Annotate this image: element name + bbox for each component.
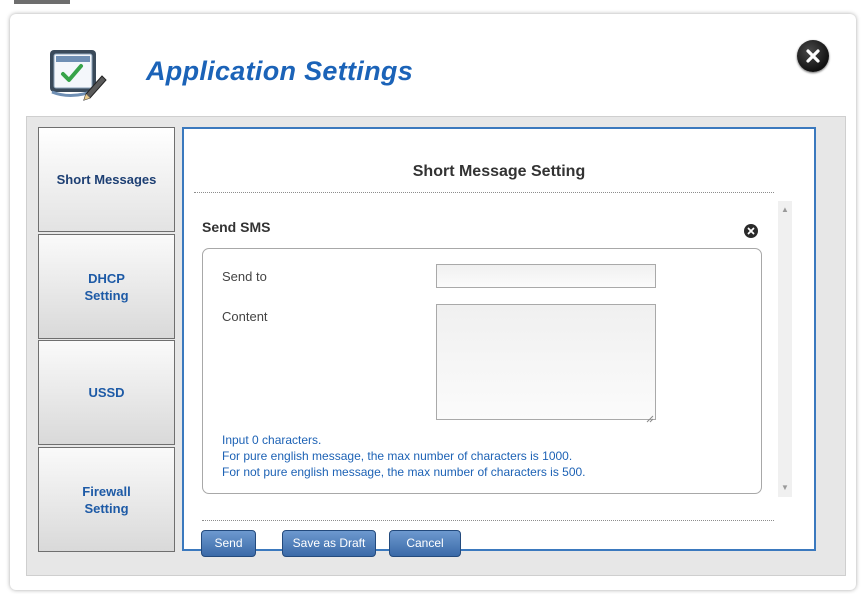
top-strip — [0, 0, 865, 14]
checklist-pencil-icon — [44, 42, 110, 108]
send-button[interactable]: Send — [201, 530, 256, 557]
section-title: Send SMS — [202, 219, 271, 235]
sidebar-item-label: DHCP Setting — [84, 270, 129, 303]
save-as-draft-button[interactable]: Save as Draft — [282, 530, 376, 557]
actions-divider — [202, 520, 774, 521]
close-icon[interactable] — [744, 224, 758, 238]
sidebar-item-label: Short Messages — [56, 172, 157, 187]
send-sms-form: Send to Content Input 0 characters. For … — [202, 248, 762, 494]
english-limit-note: For pure english message, the max number… — [222, 449, 573, 463]
sidebar-item-label: USSD — [88, 385, 125, 400]
sidebar-item-firewall-setting[interactable]: Firewall Setting — [38, 447, 175, 552]
scrollbar[interactable]: ▲ ▼ — [778, 201, 792, 497]
content-textarea[interactable] — [436, 304, 656, 420]
sidebar-item-ussd[interactable]: USSD — [38, 340, 175, 445]
panel-title: Short Message Setting — [412, 163, 586, 180]
background-fragment — [14, 0, 70, 4]
content-label: Content — [222, 309, 268, 324]
scroll-up-icon[interactable]: ▲ — [778, 203, 792, 217]
title-divider — [194, 192, 774, 193]
send-to-input[interactable] — [436, 264, 656, 288]
sidebar-item-label: Firewall Setting — [82, 483, 131, 516]
sidebar-item-short-messages[interactable]: Short Messages — [38, 127, 175, 232]
character-count: Input 0 characters. — [222, 433, 322, 447]
non-english-limit-note: For not pure english message, the max nu… — [222, 465, 586, 479]
send-to-label: Send to — [222, 269, 267, 284]
scroll-down-icon[interactable]: ▼ — [778, 481, 792, 495]
sidebar-item-dhcp-setting[interactable]: DHCP Setting — [38, 234, 175, 339]
cancel-button[interactable]: Cancel — [389, 530, 461, 557]
resize-grip-icon[interactable] — [646, 410, 654, 423]
dialog-header: Application Settings — [10, 14, 856, 126]
close-icon[interactable] — [797, 40, 829, 72]
settings-panel: Short Message Setting ▲ ▼ Send SMS Send … — [182, 127, 816, 557]
sidebar-nav: Short Messages DHCP Setting USSD Firewal… — [38, 127, 175, 552]
page-title: Application Settings — [146, 56, 414, 86]
